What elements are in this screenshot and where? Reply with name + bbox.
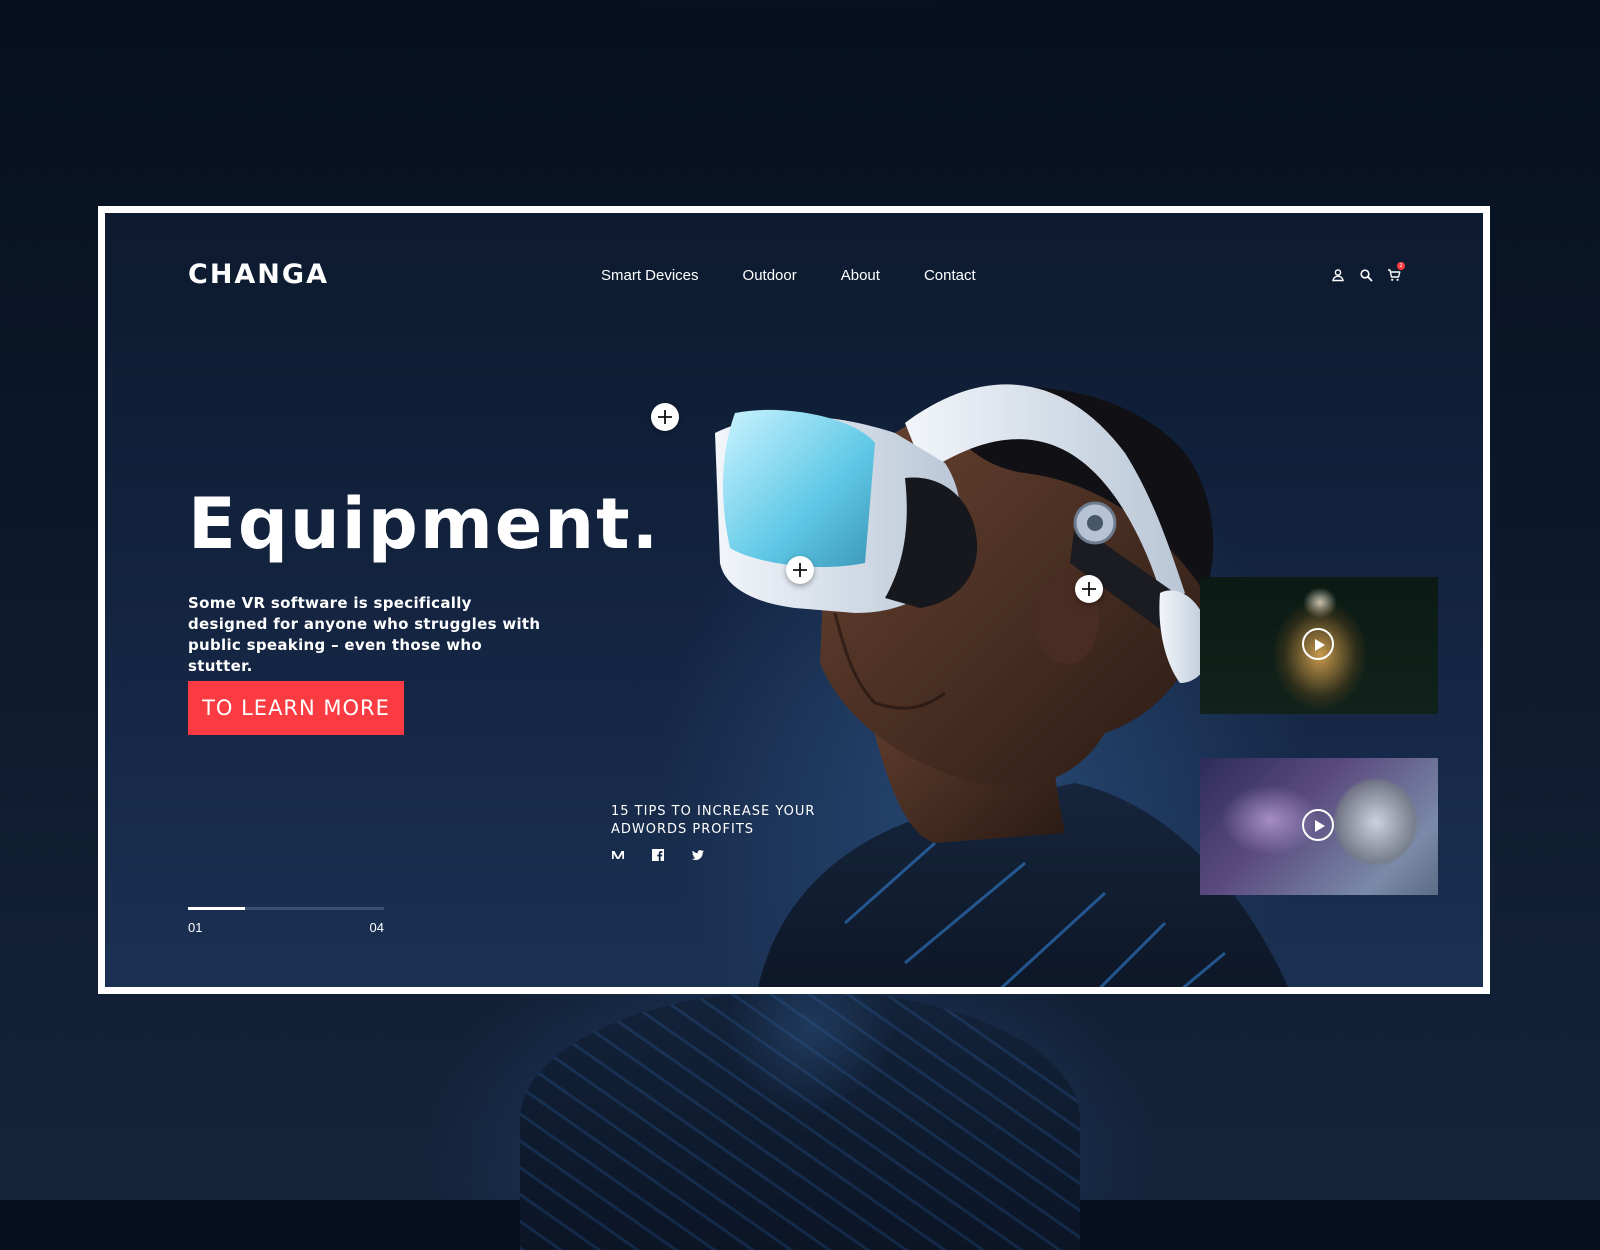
slide-progress: 01 04 (188, 907, 384, 935)
article-title[interactable]: 15 TIPS TO INCREASE YOUR ADWORDS PROFITS (611, 803, 841, 839)
video-thumbnail-2[interactable] (1200, 758, 1438, 895)
header-actions: 2 (1331, 262, 1405, 282)
hero-description: Some VR software is specifically designe… (188, 594, 541, 675)
cart-count-badge: 2 (1397, 262, 1405, 270)
twitter-icon[interactable] (691, 847, 705, 861)
nav-item-smart-devices: Smart Devices (601, 265, 699, 284)
nav-link-contact[interactable]: Contact (924, 267, 976, 284)
hotspot-lens-plus-icon[interactable] (786, 556, 814, 584)
slide-progress-labels: 01 04 (188, 920, 384, 935)
play-icon[interactable] (1302, 628, 1334, 660)
video-thumbnail-1[interactable] (1200, 577, 1438, 714)
user-icon[interactable] (1331, 267, 1345, 282)
slide-progress-track[interactable] (188, 907, 384, 910)
nav-item-outdoor: Outdoor (743, 265, 797, 284)
logo[interactable]: CHANGA (188, 259, 329, 290)
slide-current-number: 01 (188, 920, 203, 935)
hero-headline: Equipment. (188, 483, 661, 565)
nav-item-about: About (841, 265, 880, 284)
search-icon[interactable] (1359, 267, 1373, 282)
slide-total-number: 04 (369, 920, 384, 935)
hotspot-visor-plus-icon[interactable] (651, 403, 679, 431)
background-person-image (520, 990, 1080, 1250)
slide-progress-fill (188, 907, 245, 910)
main-nav: Smart Devices Outdoor About Contact (601, 265, 976, 284)
cart-icon[interactable]: 2 (1387, 262, 1405, 281)
nav-item-contact: Contact (924, 265, 976, 284)
learn-more-button[interactable]: TO LEARN MORE (188, 681, 404, 735)
nav-link-smart-devices[interactable]: Smart Devices (601, 267, 699, 284)
nav-link-about[interactable]: About (841, 267, 880, 284)
nav-link-outdoor[interactable]: Outdoor (743, 267, 797, 284)
hotspot-strap-plus-icon[interactable] (1075, 575, 1103, 603)
landing-page-frame: CHANGA Smart Devices Outdoor About Conta… (98, 206, 1490, 994)
play-icon[interactable] (1302, 809, 1334, 841)
facebook-icon[interactable] (651, 847, 665, 861)
medium-icon[interactable] (611, 847, 625, 861)
share-links (611, 847, 705, 861)
